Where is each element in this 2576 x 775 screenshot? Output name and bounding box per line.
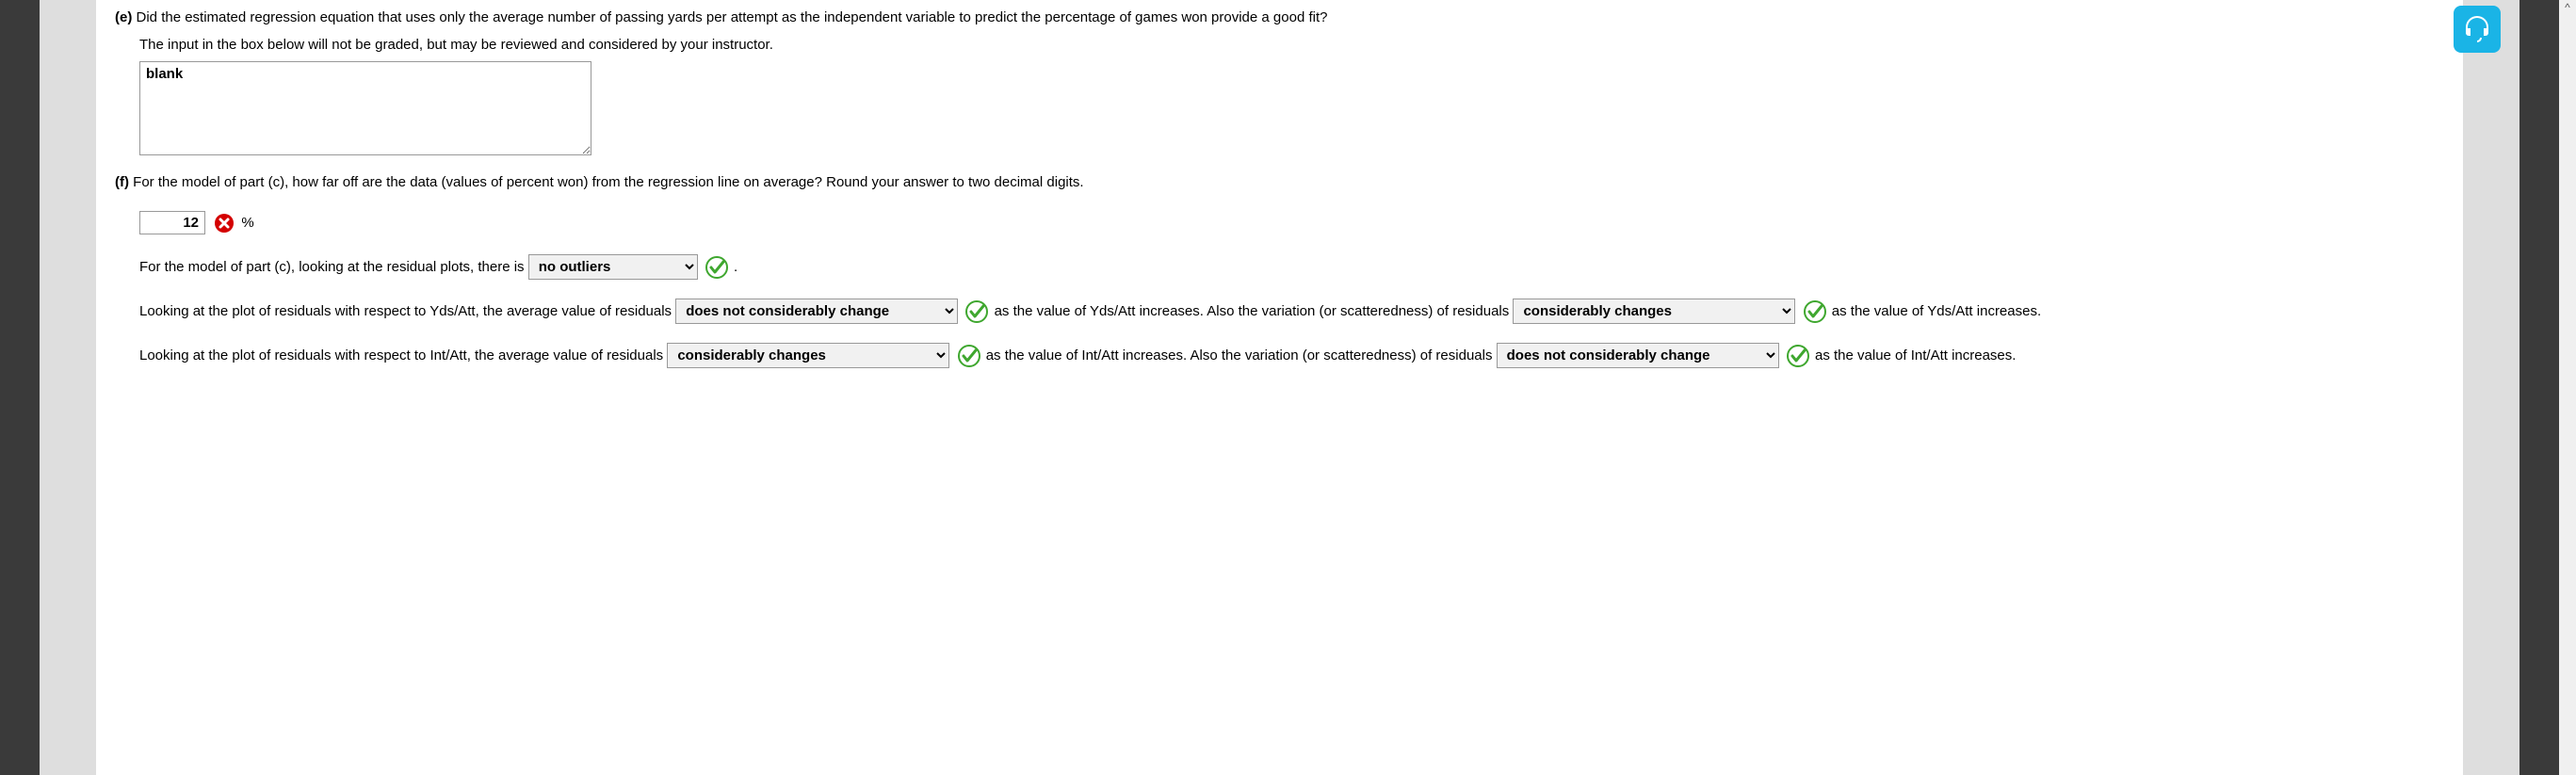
ydsatt-avg-dropdown[interactable]: does not considerably change bbox=[675, 299, 958, 324]
help-button[interactable] bbox=[2454, 6, 2501, 53]
question-text-e: Did the estimated regression equation th… bbox=[137, 9, 1328, 25]
correct-icon bbox=[1787, 345, 1809, 367]
outliers-dropdown[interactable]: no outliers bbox=[528, 254, 698, 280]
window-frame-left bbox=[0, 0, 40, 775]
intatt-prefix: Looking at the plot of residuals with re… bbox=[139, 347, 663, 363]
ydsatt-line: Looking at the plot of residuals with re… bbox=[139, 296, 2444, 327]
page-margin-left bbox=[40, 0, 96, 775]
correct-icon bbox=[958, 345, 980, 367]
question-page: (e) Did the estimated regression equatio… bbox=[96, 0, 2463, 775]
outliers-prefix: For the model of part (c), looking at th… bbox=[139, 259, 525, 275]
vertical-scrollbar[interactable]: ^ bbox=[2559, 0, 2576, 775]
part-label-e: (e) bbox=[115, 9, 132, 25]
part-label-f: (f) bbox=[115, 174, 129, 190]
incorrect-icon bbox=[213, 212, 235, 234]
question-text-f: For the model of part (c), how far off a… bbox=[133, 174, 1083, 190]
ydsatt-mid: as the value of Yds/Att increases. Also … bbox=[995, 303, 1510, 319]
intatt-mid: as the value of Int/Att increases. Also … bbox=[986, 347, 1493, 363]
percent-unit: % bbox=[241, 215, 253, 231]
headset-icon bbox=[2460, 12, 2494, 46]
correct-icon bbox=[705, 256, 728, 279]
grading-note: The input in the box below will not be g… bbox=[139, 35, 2444, 57]
intatt-line: Looking at the plot of residuals with re… bbox=[139, 340, 2444, 371]
outliers-line: For the model of part (c), looking at th… bbox=[139, 251, 2444, 283]
intatt-avg-dropdown[interactable]: considerably changes bbox=[667, 343, 949, 368]
free-response-textarea[interactable] bbox=[139, 61, 591, 155]
page-margin-right bbox=[2463, 0, 2519, 775]
outliers-suffix: . bbox=[734, 259, 737, 275]
percent-off-input[interactable] bbox=[139, 211, 205, 234]
ydsatt-var-dropdown[interactable]: considerably changes bbox=[1513, 299, 1795, 324]
ydsatt-prefix: Looking at the plot of residuals with re… bbox=[139, 303, 672, 319]
correct-icon bbox=[1804, 300, 1826, 323]
ydsatt-suffix: as the value of Yds/Att increases. bbox=[1832, 303, 2041, 319]
correct-icon bbox=[965, 300, 988, 323]
numeric-answer-row: % bbox=[139, 207, 2444, 238]
intatt-suffix: as the value of Int/Att increases. bbox=[1815, 347, 2016, 363]
question-e: (e) Did the estimated regression equatio… bbox=[115, 8, 2444, 155]
window-frame-right bbox=[2519, 0, 2559, 775]
question-f: (f) For the model of part (c), how far o… bbox=[115, 172, 2444, 371]
scroll-up-icon[interactable]: ^ bbox=[2562, 2, 2573, 13]
intatt-var-dropdown[interactable]: does not considerably change bbox=[1497, 343, 1779, 368]
